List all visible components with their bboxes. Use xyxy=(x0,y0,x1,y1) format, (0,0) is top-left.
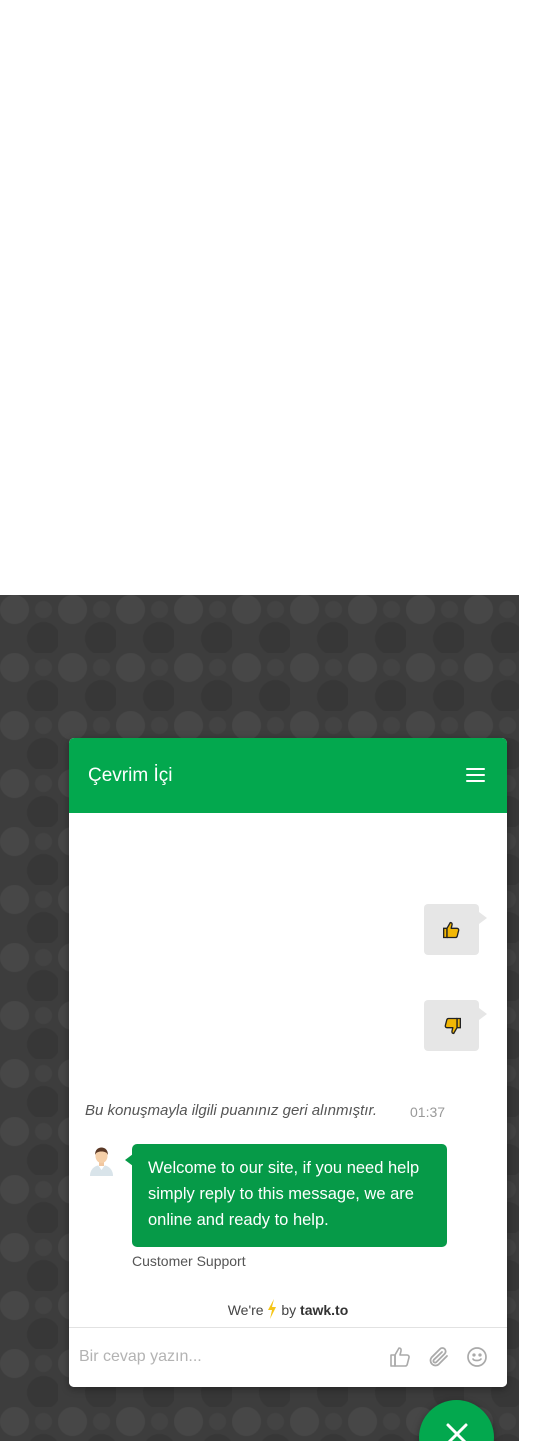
chat-header: Çevrim İçi xyxy=(69,738,507,813)
thumbs-up-icon[interactable] xyxy=(389,1345,413,1369)
message-composer xyxy=(69,1327,507,1387)
attachment-icon[interactable] xyxy=(427,1345,451,1369)
agent-name: Customer Support xyxy=(132,1253,246,1269)
branding-brand: tawk.to xyxy=(300,1302,349,1318)
chat-status-title: Çevrim İçi xyxy=(88,765,173,786)
thumbs-down-icon xyxy=(444,1017,461,1034)
close-icon xyxy=(446,1423,468,1441)
agent-message-bubble: Welcome to our site, if you need help si… xyxy=(125,1144,447,1247)
message-input[interactable] xyxy=(79,1340,379,1374)
chat-widget-window: Çevrim İçi Bu konuşmayla ilgili puanınız… xyxy=(69,738,507,1387)
agent-avatar xyxy=(90,1147,113,1176)
lightning-icon xyxy=(268,1299,277,1319)
emoji-icon[interactable] xyxy=(465,1345,489,1369)
notice-timestamp: 01:37 xyxy=(410,1104,446,1120)
menu-icon[interactable] xyxy=(465,764,487,786)
branding-by: by xyxy=(281,1302,297,1318)
thumbs-up-icon xyxy=(442,921,459,938)
rate-thumbs-up-button[interactable] xyxy=(424,904,487,955)
rate-thumbs-down-button[interactable] xyxy=(424,1000,487,1051)
rating-withdrawn-notice: Bu konuşmayla ilgili puanınız geri alınm… xyxy=(85,1102,378,1119)
branding-prefix: We're xyxy=(227,1302,264,1318)
tawk-branding[interactable]: We're by tawk.to xyxy=(69,1299,507,1319)
